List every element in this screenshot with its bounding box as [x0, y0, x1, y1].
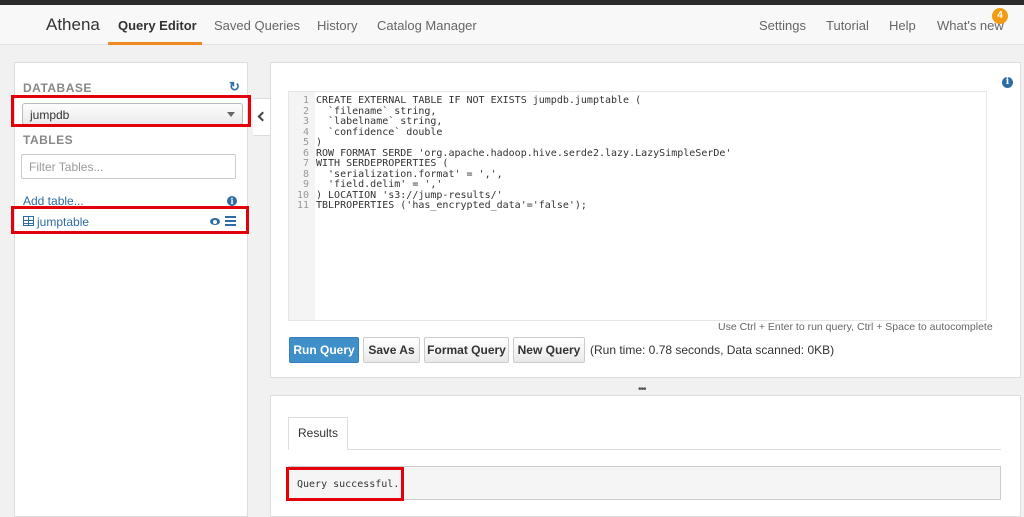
- query-editor-panel: i 1 CREATE EXTERNAL TABLE IF NOT EXISTS j…: [270, 62, 1021, 378]
- highlight-table-row: [11, 206, 249, 234]
- top-navigation: Athena Query Editor Saved Queries Histor…: [0, 5, 1024, 45]
- resize-handle-icon[interactable]: •••: [638, 384, 646, 395]
- tab-divider: [288, 449, 1001, 450]
- filter-tables-input[interactable]: [21, 154, 236, 179]
- sql-editor[interactable]: 1 CREATE EXTERNAL TABLE IF NOT EXISTS jum…: [288, 91, 987, 321]
- nav-tutorial[interactable]: Tutorial: [826, 18, 869, 33]
- tables-label: TABLES: [23, 133, 74, 147]
- nav-history[interactable]: History: [317, 18, 357, 33]
- save-as-button[interactable]: Save As: [363, 337, 420, 363]
- new-query-button[interactable]: New Query: [513, 337, 585, 363]
- highlight-database-select: [11, 95, 251, 127]
- nav-saved-queries[interactable]: Saved Queries: [214, 18, 300, 33]
- chevron-left-icon: [257, 111, 268, 122]
- highlight-query-status: [286, 467, 404, 501]
- run-query-button[interactable]: Run Query: [289, 337, 359, 363]
- nav-query-editor[interactable]: Query Editor: [118, 18, 197, 33]
- active-tab-underline: [108, 42, 202, 45]
- info-icon[interactable]: i: [227, 196, 237, 206]
- info-icon[interactable]: i: [1002, 77, 1013, 88]
- database-label: DATABASE: [23, 81, 92, 95]
- whats-new-badge: 4: [992, 8, 1008, 24]
- brand-title: Athena: [46, 15, 100, 34]
- nav-help[interactable]: Help: [889, 18, 916, 33]
- run-info-text: (Run time: 0.78 seconds, Data scanned: 0…: [590, 343, 835, 357]
- format-query-button[interactable]: Format Query: [424, 337, 509, 363]
- code-line: 11 TBLPROPERTIES ('has_encrypted_data'='f…: [296, 200, 587, 211]
- database-sidebar: DATABASE ↻ jumpdb TABLES Add table... i …: [14, 62, 248, 517]
- nav-settings[interactable]: Settings: [759, 18, 806, 33]
- tab-results[interactable]: Results: [288, 417, 348, 450]
- nav-catalog-manager[interactable]: Catalog Manager: [377, 18, 477, 33]
- code-line: 4 `confidence` double: [302, 126, 443, 138]
- refresh-icon[interactable]: ↻: [229, 79, 240, 95]
- keyboard-hint: Use Ctrl + Enter to run query, Ctrl + Sp…: [718, 321, 993, 333]
